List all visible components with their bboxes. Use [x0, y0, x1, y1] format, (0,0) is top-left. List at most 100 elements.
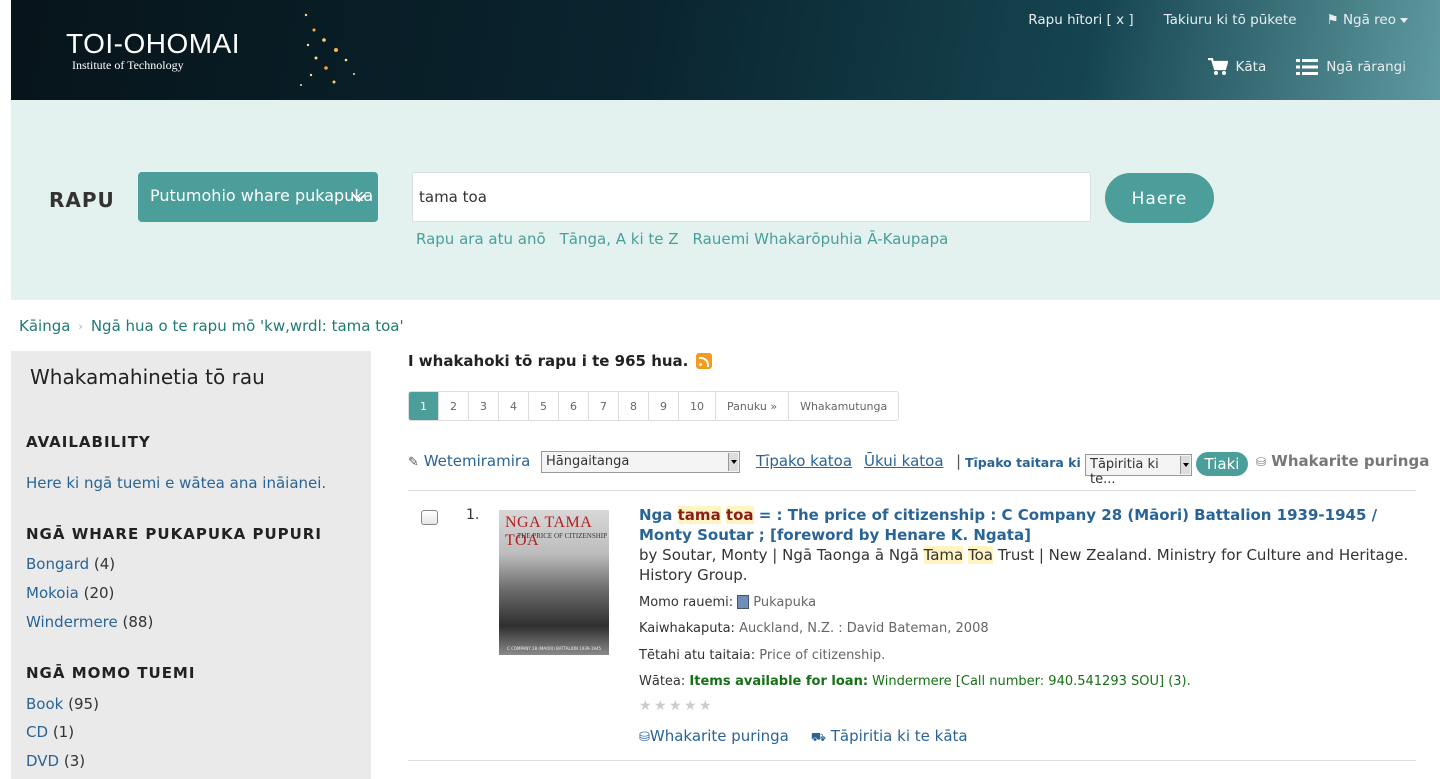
cover-subtitle: THE PRICE OF CITIZENSHIP	[517, 532, 608, 540]
add-to-list-value: Tāpiritia ki te...	[1090, 457, 1159, 487]
page-link[interactable]: 7	[588, 392, 618, 420]
advanced-search-link[interactable]: Rapu ara atu anō	[416, 230, 546, 248]
place-hold-link[interactable]: ⛁Whakarite puringa	[639, 727, 789, 746]
facet-heading-libraries: NGĀ WHARE PUKAPUKA PUPURI	[26, 525, 322, 543]
stars-logo-graphic	[300, 13, 355, 86]
dropdown-arrow-icon	[728, 453, 738, 471]
flag-icon: ⚑	[1326, 12, 1339, 28]
star-icon: ★	[669, 698, 682, 714]
clear-all-link[interactable]: Ūkui katoa	[864, 452, 944, 470]
facet-heading-item-types: NGĀ MOMO TUEMI	[26, 664, 196, 682]
result-item: 1. NGA TAMA TOA THE PRICE OF CITIZENSHIP…	[408, 491, 1416, 761]
rating-stars[interactable]: ★ ★ ★ ★ ★	[639, 699, 713, 713]
results-count-text: I whakahoki tō rapu i te 965 hua.	[408, 352, 689, 370]
page-link[interactable]: 9	[648, 392, 678, 420]
result-actions: ⛁Whakarite puringa ⛟ Tāpiritia ki te kāt…	[639, 727, 968, 746]
book-cover-image[interactable]: NGA TAMA TOA THE PRICE OF CITIZENSHIP C …	[499, 510, 609, 655]
result-number: 1.	[466, 507, 480, 523]
search-scope-value: Putumohio whare pukapuka	[150, 186, 374, 205]
highlight-toggle[interactable]: ✎ Wetemiramira	[408, 452, 530, 470]
language-menu[interactable]: ⚑ Ngā reo	[1327, 12, 1408, 28]
dropdown-arrow-icon	[1180, 456, 1190, 474]
facet-item-type[interactable]: Book (95)	[26, 695, 99, 713]
breadcrumb-home[interactable]: Kāinga	[19, 317, 70, 335]
hold-icon: ⛁	[1256, 455, 1267, 469]
login-link[interactable]: Takiuru ki tō pūkete	[1164, 12, 1297, 28]
page-link[interactable]: 8	[618, 392, 648, 420]
cover-footer: C COMPANY 28 (MAORI) BATTALION 1939-1945	[507, 646, 602, 651]
facet-item-library[interactable]: Mokoia (20)	[26, 584, 114, 602]
cart-label: Kāta	[1235, 59, 1267, 75]
highlight-term: Toa	[968, 546, 993, 564]
cart-button[interactable]: Kāta	[1207, 58, 1267, 76]
result-availability: Wātea: Items available for loan: Winderm…	[639, 674, 1191, 689]
cart-small-icon: ⛟	[810, 730, 826, 744]
results-toolbar: ✎ Wetemiramira Hāngaitanga Tīpako katoa …	[408, 449, 1429, 491]
result-title-link[interactable]: Nga tama toa = : The price of citizenshi…	[639, 505, 1379, 545]
breadcrumb-current[interactable]: Ngā hua o te rapu mō 'kw,wrdl: tama toa'	[91, 317, 404, 335]
result-authors: by Soutar, Monty | Ngā Taonga ā Ngā Tama…	[639, 546, 1409, 584]
rss-icon[interactable]	[696, 353, 713, 369]
page-link[interactable]: 5	[528, 392, 558, 420]
breadcrumb-separator: ›	[78, 319, 83, 333]
availability-filter-link[interactable]: Here ki ngā tuemi e wātea ana ināianei.	[26, 474, 326, 492]
star-icon: ★	[639, 698, 652, 714]
next-page-link[interactable]: Panuku »	[715, 392, 788, 420]
lists-label: Ngā rārangi	[1326, 59, 1406, 75]
search-links: Rapu ara atu anō Tānga, A ki te Z Rauemi…	[416, 230, 948, 248]
browse-az-link[interactable]: Tānga, A ki te Z	[560, 230, 679, 248]
site-header: TOI-OHOMAI Institute of Technology Rapu …	[11, 0, 1440, 100]
highlight-term: Tama	[923, 546, 964, 564]
pagination: 1 2 3 4 5 6 7 8 9 10 Panuku » Whakamutun…	[408, 391, 900, 421]
add-to-list-select[interactable]: Tāpiritia ki te...	[1085, 454, 1192, 487]
list-icon	[1296, 59, 1319, 75]
cart-icon	[1207, 58, 1228, 75]
search-input[interactable]	[412, 172, 1091, 222]
sort-value: Hāngaitanga	[546, 454, 630, 469]
highlight-term: tama	[677, 506, 721, 524]
highlight-term: toa	[725, 506, 754, 524]
toolbar-divider: |	[956, 452, 962, 470]
sort-select[interactable]: Hāngaitanga	[541, 451, 740, 473]
search-go-button[interactable]: Haere	[1105, 173, 1214, 223]
star-icon: ★	[699, 698, 712, 714]
top-navigation: Rapu hītori [ x ] Takiuru ki tō pūkete ⚑…	[1028, 12, 1408, 28]
institution-logo[interactable]: TOI-OHOMAI Institute of Technology	[66, 28, 240, 73]
results-count: I whakahoki tō rapu i te 965 hua.	[408, 352, 713, 370]
page-link[interactable]: 4	[498, 392, 528, 420]
facet-item-library[interactable]: Windermere (88)	[26, 613, 153, 631]
sidebar-title: Whakamahinetia tō rau	[30, 365, 265, 389]
result-other-title: Tētahi atu taitaia: Price of citizenship…	[639, 648, 886, 663]
caret-down-icon	[1400, 17, 1408, 23]
place-hold-toolbar-button[interactable]: ⛁ Whakarite puringa	[1256, 452, 1429, 470]
add-to-cart-link[interactable]: ⛟ Tāpiritia ki te kāta	[811, 727, 968, 746]
page-link[interactable]: 10	[678, 392, 715, 420]
pencil-icon: ✎	[408, 455, 419, 470]
page-link[interactable]: 2	[438, 392, 468, 420]
page-link[interactable]: 6	[558, 392, 588, 420]
result-checkbox[interactable]	[421, 510, 438, 525]
lists-button[interactable]: Ngā rārangi	[1296, 58, 1406, 76]
facet-item-library[interactable]: Bongard (4)	[26, 555, 115, 573]
add-to-label: Tīpako taitara ki te:	[965, 455, 1105, 470]
search-label: RAPU	[49, 188, 115, 212]
page-link[interactable]: 1	[409, 392, 438, 420]
facet-item-type[interactable]: DVD (3)	[26, 752, 85, 770]
book-icon	[737, 595, 750, 609]
star-icon: ★	[684, 698, 697, 714]
search-history-link[interactable]: Rapu hītori [ x ]	[1028, 12, 1133, 28]
breadcrumb: Kāinga › Ngā hua o te rapu mō 'kw,wrdl: …	[19, 317, 404, 335]
page-link[interactable]: 3	[468, 392, 498, 420]
select-all-link[interactable]: Tīpako katoa	[756, 452, 852, 470]
hold-icon: ⛁	[639, 730, 650, 745]
save-button[interactable]: Tiaki	[1196, 452, 1248, 476]
language-label: Ngā reo	[1342, 12, 1396, 28]
star-icon: ★	[654, 698, 667, 714]
user-navigation: Kāta Ngā rārangi	[1207, 58, 1406, 76]
course-reserves-link[interactable]: Rauemi Whakarōpuhia Ā-Kaupapa	[693, 230, 949, 248]
facet-heading-availability: AVAILABILITY	[26, 433, 151, 451]
last-page-link[interactable]: Whakamutunga	[788, 392, 898, 420]
facet-item-type[interactable]: CD (1)	[26, 723, 74, 741]
result-type: Momo rauemi: Pukapuka	[639, 595, 817, 610]
search-scope-select[interactable]: Putumohio whare pukapuka	[138, 172, 378, 222]
